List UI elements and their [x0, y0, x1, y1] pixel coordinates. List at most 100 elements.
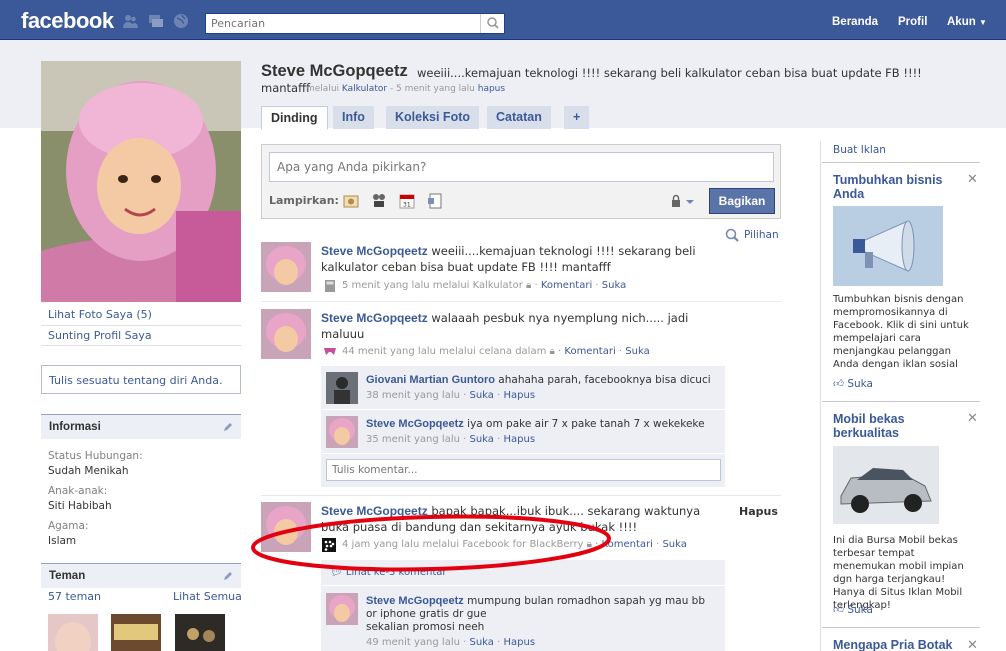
avatar[interactable] [261, 502, 311, 552]
tab-add[interactable]: + [564, 106, 590, 129]
see-all-friends-link[interactable]: Lihat Semua [173, 590, 242, 603]
like-link[interactable]: Suka [625, 346, 649, 357]
messages-icon[interactable] [148, 13, 164, 29]
ad-body: Ini dia Bursa Mobil bekas terbesar tempa… [833, 535, 964, 611]
avatar[interactable] [261, 309, 311, 359]
story-actor[interactable]: Steve McGopqeetz [321, 504, 428, 518]
info-value: Islam [48, 535, 77, 547]
friend-requests-icon[interactable] [122, 13, 138, 29]
tab-info[interactable]: Info [333, 106, 374, 129]
tab-photos[interactable]: Koleksi Foto [386, 106, 480, 129]
view-photos-link[interactable]: Lihat Foto Saya (5) [48, 308, 152, 321]
search-button[interactable] [480, 14, 504, 33]
comment-avatar[interactable] [326, 372, 358, 404]
divider [822, 162, 980, 163]
comment-actor[interactable]: Steve McGopqeetz [366, 595, 464, 607]
edit-pencil-icon[interactable] [223, 422, 233, 432]
share-button[interactable]: Bagikan [709, 188, 775, 214]
current-status: weeiii....kemajuan teknologi !!!! sekara… [417, 66, 922, 80]
story-actor[interactable]: Steve McGopqeetz [321, 311, 428, 325]
divider [41, 325, 241, 326]
facebook-logo[interactable]: facebook [21, 8, 114, 34]
ad-title[interactable]: Tumbuhkan bisnis Anda [833, 173, 963, 201]
comment-meta: 35 menit yang lalu · Suka · Hapus [366, 434, 536, 445]
top-bar: facebook Beranda Profil Akun ▼ [0, 0, 1006, 40]
tab-notes[interactable]: Catatan [487, 106, 551, 129]
edit-pencil-icon[interactable] [223, 571, 233, 581]
car-ad-image[interactable] [833, 446, 939, 524]
info-box-title: Informasi [49, 421, 101, 433]
info-value-link[interactable]: Siti Habibah [48, 500, 112, 512]
edit-profile-link[interactable]: Sunting Profil Saya [48, 329, 152, 342]
comment-link[interactable]: Komentari [564, 346, 615, 357]
story-time: 44 menit yang lalu melalui celana dalam [342, 346, 547, 357]
tab-wall[interactable]: Dinding [261, 106, 328, 130]
ad-title[interactable]: Mengapa Pria Botak [833, 638, 973, 651]
status-delete-link[interactable]: hapus [478, 84, 505, 94]
comment-like-link[interactable]: Suka [470, 637, 494, 648]
comment-like-link[interactable]: Suka [470, 390, 494, 401]
thumbs-up-icon: 👍︎ [833, 604, 844, 616]
nav-account[interactable]: Akun ▼ [947, 16, 987, 28]
comment-link[interactable]: Komentari [602, 539, 653, 550]
comment-delete-link[interactable]: Hapus [503, 434, 535, 445]
info-value: Sudah Menikah [48, 465, 129, 477]
story-actor[interactable]: Steve McGopqeetz [321, 244, 428, 258]
story-meta: 5 menit yang lalu melalui Kalkulator 🔒︎ … [342, 280, 627, 291]
comment-link[interactable]: Komentari [541, 280, 592, 291]
story-meta: 44 menit yang lalu melalui celana dalam … [342, 346, 650, 357]
friend-thumbnail[interactable] [175, 614, 225, 651]
attach-photo-icon[interactable] [343, 193, 359, 209]
comment-time: 35 menit yang lalu [366, 434, 460, 445]
profile-picture[interactable] [41, 61, 241, 302]
close-icon[interactable]: ✕ [967, 638, 978, 651]
megaphone-ad-image[interactable] [833, 206, 943, 286]
comment-message: iya om pake air 7 x pake tanah 7 x wekek… [467, 418, 705, 430]
divider [822, 401, 980, 402]
comment-avatar[interactable] [326, 593, 358, 625]
like-link[interactable]: Suka [662, 539, 686, 550]
status-app-link[interactable]: Kalkulator [342, 84, 387, 94]
options-link[interactable]: Pilihan [744, 229, 779, 241]
comment-meta: 49 menit yang lalu · Suka · Hapus [366, 637, 536, 648]
comment-delete-link[interactable]: Hapus [503, 637, 535, 648]
write-comment-input[interactable]: Tulis komentar... [326, 459, 721, 481]
friends-count-link[interactable]: 57 teman [48, 590, 101, 603]
nav-home[interactable]: Beranda [832, 16, 878, 28]
comment-message-cont: sekalian promosi neeh [366, 621, 485, 633]
comment-message: ahahaha parah, facebooknya bisa dicuci [498, 374, 711, 386]
divider [41, 345, 241, 346]
attach-video-icon[interactable] [371, 193, 387, 209]
comment-like-link[interactable]: Suka [470, 434, 494, 445]
delete-story-button[interactable]: Hapus [739, 505, 778, 518]
bio-input[interactable]: Tulis sesuatu tentang diri Anda. [41, 365, 241, 394]
friend-thumbnail[interactable] [48, 614, 98, 651]
comment-avatar[interactable] [326, 416, 358, 448]
ad-like-link[interactable]: 👍︎ Suka [833, 377, 873, 390]
friend-thumbnail[interactable] [111, 614, 161, 651]
create-ad-link[interactable]: Buat Iklan [833, 144, 886, 156]
attach-link-icon[interactable] [427, 193, 443, 209]
chevron-down-icon: ▼ [978, 18, 987, 27]
like-link[interactable]: Suka [602, 280, 626, 291]
privacy-dropdown[interactable] [671, 194, 697, 208]
notifications-globe-icon[interactable] [173, 13, 189, 29]
comment-actor[interactable]: Steve McGopqeetz [366, 418, 464, 430]
avatar[interactable] [261, 242, 311, 292]
nav-profile[interactable]: Profil [898, 16, 927, 28]
comment-actor[interactable]: Giovani Martian Guntoro [366, 374, 495, 386]
view-all-comments-link[interactable]: 💬︎ Lihat ke-3 komentar [330, 567, 447, 578]
comment-delete-link[interactable]: Hapus [503, 390, 535, 401]
ad-title[interactable]: Mobil bekas berkualitas [833, 412, 963, 440]
info-box-header: Informasi [41, 414, 241, 439]
lock-icon: 🔒︎ [526, 280, 532, 291]
close-icon[interactable]: ✕ [967, 411, 978, 426]
divider [822, 627, 980, 628]
composer-input[interactable]: Apa yang Anda pikirkan? [269, 152, 774, 182]
attach-event-icon[interactable]: 31 [399, 193, 415, 209]
search-input[interactable] [206, 14, 476, 33]
ad-like-link[interactable]: 👍︎ Suka [833, 603, 873, 616]
thumbs-up-icon: 👍︎ [833, 378, 844, 390]
close-icon[interactable]: ✕ [967, 172, 978, 187]
view-all-comments-label: Lihat ke-3 komentar [345, 567, 447, 578]
